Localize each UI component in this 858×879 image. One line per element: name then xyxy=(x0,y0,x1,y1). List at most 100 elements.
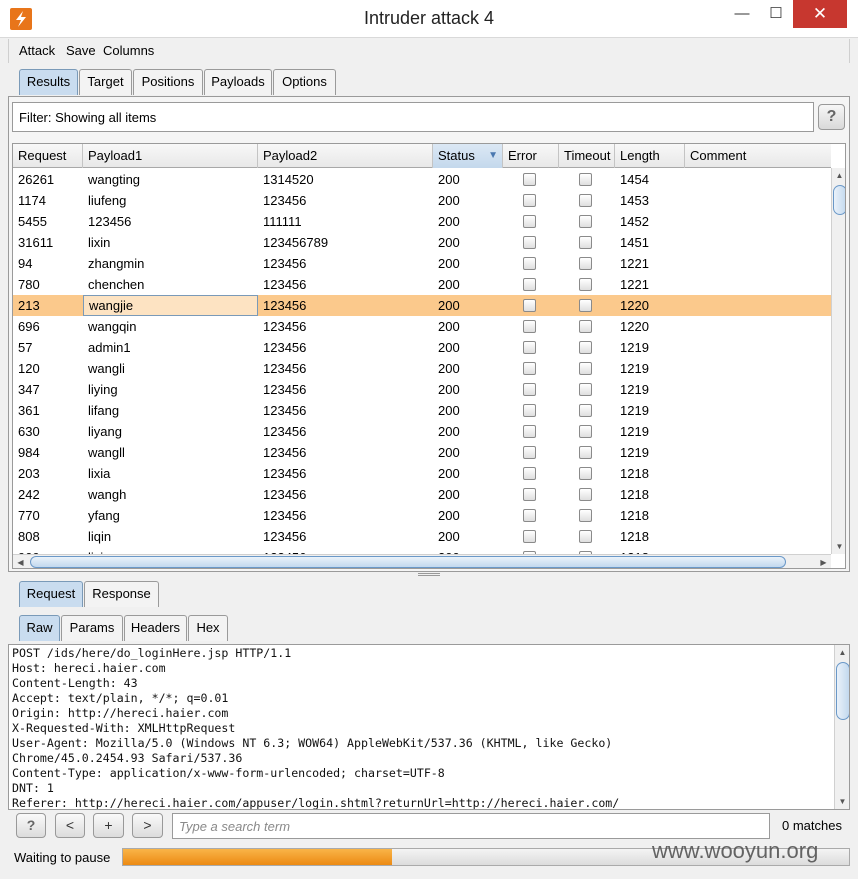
maximize-button[interactable]: ☐ xyxy=(756,0,796,28)
table-row[interactable]: 203 lixia 123456 200 1218 xyxy=(13,463,831,484)
table-row[interactable]: 347 liying 123456 200 1219 xyxy=(13,379,831,400)
split-pane-divider[interactable] xyxy=(418,573,440,576)
table-row[interactable]: 909lixin123456200 1218 xyxy=(13,547,831,554)
tab-response[interactable]: Response xyxy=(84,581,159,607)
cell-payload2: 123456 xyxy=(263,382,307,397)
table-row[interactable]: 984 wangll 123456 200 1219 xyxy=(13,442,831,463)
editor-scroll-up-icon[interactable]: ▲ xyxy=(835,645,849,660)
cell-length: 1218 xyxy=(620,487,649,502)
scroll-left-arrow-icon[interactable]: ◀ xyxy=(13,555,28,568)
search-next-button[interactable]: > xyxy=(132,813,163,838)
column-header-payload2[interactable]: Payload2 xyxy=(258,144,433,168)
tab-results[interactable]: Results xyxy=(19,69,78,95)
timeout-checkbox xyxy=(579,215,592,228)
raw-request-editor[interactable]: POST /ids/here/do_loginHere.jsp HTTP/1.1… xyxy=(8,644,850,810)
cell-status: 200 xyxy=(438,403,460,418)
menu-save[interactable]: Save xyxy=(66,43,96,58)
scroll-up-arrow-icon[interactable]: ▲ xyxy=(832,168,845,183)
cell-status: 200 xyxy=(438,424,460,439)
tab-headers[interactable]: Headers xyxy=(124,615,187,641)
search-help-button[interactable]: ? xyxy=(16,813,46,838)
table-row[interactable]: 5455 123456 111111 200 1452 xyxy=(13,211,831,232)
table-hscroll-thumb[interactable] xyxy=(30,556,786,568)
timeout-checkbox xyxy=(579,320,592,333)
cell-status: 200 xyxy=(438,466,460,481)
editor-vscroll-thumb[interactable] xyxy=(836,662,849,720)
table-header: Request Payload1 Payload2 Status ▼ Error… xyxy=(13,144,831,168)
column-header-error[interactable]: Error xyxy=(503,144,559,168)
table-row[interactable]: 630 liyang 123456 200 1219 xyxy=(13,421,831,442)
request-line: X-Requested-With: XMLHttpRequest xyxy=(12,721,236,735)
error-checkbox xyxy=(523,383,536,396)
column-header-status-label: Status xyxy=(438,148,475,163)
search-previous-button[interactable]: < xyxy=(55,813,85,838)
error-checkbox xyxy=(523,341,536,354)
tab-raw[interactable]: Raw xyxy=(19,615,60,641)
editor-scroll-down-icon[interactable]: ▼ xyxy=(835,794,849,809)
table-row[interactable]: 780 chenchen 123456 200 1221 xyxy=(13,274,831,295)
filter-help-button[interactable]: ? xyxy=(818,104,845,130)
tab-hex[interactable]: Hex xyxy=(188,615,228,641)
cell-request: 242 xyxy=(18,487,40,502)
table-row[interactable]: 696 wangqin 123456 200 1220 xyxy=(13,316,831,337)
tab-params[interactable]: Params xyxy=(61,615,123,641)
table-row[interactable]: 213 wangjie 123456 200 1220 xyxy=(13,295,831,316)
tab-payloads[interactable]: Payloads xyxy=(204,69,272,95)
scroll-down-arrow-icon[interactable]: ▼ xyxy=(832,539,845,554)
column-header-timeout[interactable]: Timeout xyxy=(559,144,615,168)
table-horizontal-scrollbar[interactable]: ◀ ▶ xyxy=(13,554,831,568)
column-header-status[interactable]: Status ▼ xyxy=(433,144,503,168)
table-row[interactable]: 242 wangh 123456 200 1218 xyxy=(13,484,831,505)
table-vertical-scrollbar[interactable]: ▲ ▼ xyxy=(831,168,845,554)
column-header-length[interactable]: Length xyxy=(615,144,685,168)
column-header-comment[interactable]: Comment xyxy=(685,144,831,168)
table-row[interactable]: 361 lifang 123456 200 1219 xyxy=(13,400,831,421)
title-bar: Intruder attack 4 — ☐ ✕ xyxy=(0,0,858,38)
table-row[interactable]: 26261 wangting 1314520 200 1454 xyxy=(13,169,831,190)
cell-payload2: 123456 xyxy=(258,547,433,554)
table-vscroll-thumb[interactable] xyxy=(833,185,845,215)
tab-target[interactable]: Target xyxy=(79,69,132,95)
cell-payload1: liying xyxy=(88,382,118,397)
scroll-right-arrow-icon[interactable]: ▶ xyxy=(816,555,831,568)
timeout-checkbox xyxy=(579,446,592,459)
cell-payload2: 123456 xyxy=(263,466,307,481)
editor-vertical-scrollbar[interactable]: ▲ ▼ xyxy=(834,645,849,809)
cell-payload2: 1314520 xyxy=(263,172,314,187)
cell-payload1: wangli xyxy=(88,361,125,376)
request-line: Host: hereci.haier.com xyxy=(12,661,166,675)
cell-payload2: 111111 xyxy=(263,214,302,229)
search-add-button[interactable]: + xyxy=(93,813,124,838)
table-row[interactable]: 1174 liufeng 123456 200 1453 xyxy=(13,190,831,211)
menu-columns[interactable]: Columns xyxy=(103,43,154,58)
cell-length: 1220 xyxy=(620,298,649,313)
cell-payload2: 123456 xyxy=(263,529,307,544)
column-header-request[interactable]: Request xyxy=(13,144,83,168)
tab-request[interactable]: Request xyxy=(19,581,83,607)
menu-attack[interactable]: Attack xyxy=(19,43,55,58)
column-header-payload1[interactable]: Payload1 xyxy=(83,144,258,168)
search-input[interactable]: Type a search term xyxy=(172,813,770,839)
table-row[interactable]: 120 wangli 123456 200 1219 xyxy=(13,358,831,379)
filter-bar[interactable]: Filter: Showing all items xyxy=(12,102,814,132)
table-row[interactable]: 31611 lixin 123456789 200 1451 xyxy=(13,232,831,253)
timeout-checkbox xyxy=(579,488,592,501)
timeout-checkbox xyxy=(579,404,592,417)
table-row[interactable]: 808 liqin 123456 200 1218 xyxy=(13,526,831,547)
sort-descending-icon: ▼ xyxy=(488,150,498,161)
table-row[interactable]: 57 admin1 123456 200 1219 xyxy=(13,337,831,358)
tab-positions[interactable]: Positions xyxy=(133,69,203,95)
cell-length: 1219 xyxy=(620,445,649,460)
cell-status: 200 xyxy=(438,487,460,502)
close-button[interactable]: ✕ xyxy=(793,0,847,28)
tab-options[interactable]: Options xyxy=(273,69,336,95)
table-row[interactable]: 770 yfang 123456 200 1218 xyxy=(13,505,831,526)
cell-request: 26261 xyxy=(18,172,55,187)
attack-status-text: Waiting to pause xyxy=(14,850,111,865)
table-row[interactable]: 94 zhangmin 123456 200 1221 xyxy=(13,253,831,274)
cell-request: 1174 xyxy=(18,193,46,208)
cell-request: 31611 xyxy=(18,235,54,250)
cell-payload1: lixin xyxy=(88,235,111,250)
cell-request: 780 xyxy=(18,277,40,292)
timeout-checkbox xyxy=(579,530,592,543)
